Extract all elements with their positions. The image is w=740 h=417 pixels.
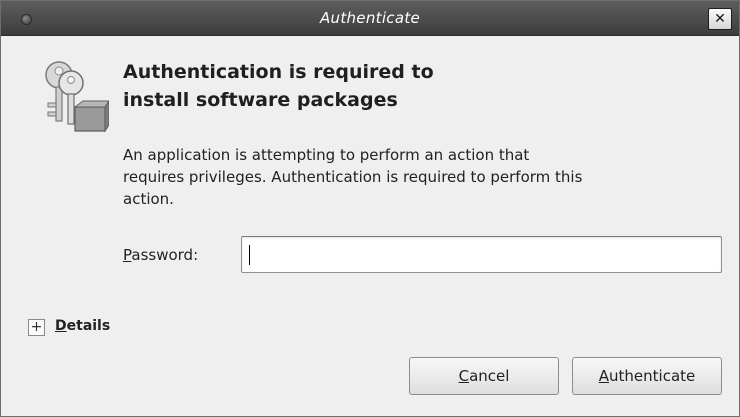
- authenticate-button[interactable]: Authenticate: [572, 357, 722, 395]
- cancel-mnemonic: C: [458, 367, 470, 385]
- authenticate-label-rest: uthenticate: [609, 367, 696, 385]
- details-label-rest: etails: [66, 318, 111, 334]
- dialog-heading: Authentication is required to install so…: [123, 58, 683, 114]
- message-line-1: An application is attempting to perform …: [123, 146, 530, 164]
- details-expander-icon[interactable]: +: [28, 319, 45, 336]
- password-input[interactable]: [241, 236, 722, 273]
- package-box-shape: [73, 100, 109, 133]
- details-toggle[interactable]: Details: [55, 318, 110, 334]
- message-line-2: requires privileges. Authentication is r…: [123, 168, 583, 186]
- cancel-button[interactable]: Cancel: [409, 357, 559, 395]
- authenticate-dialog: Authenticate ✕ Authentication is require…: [0, 0, 740, 417]
- password-label-rest: assword:: [131, 246, 199, 264]
- cancel-label-rest: ancel: [469, 367, 510, 385]
- text-caret: [249, 245, 250, 265]
- keys-icon: [45, 61, 109, 133]
- close-button[interactable]: ✕: [708, 8, 732, 30]
- window-title: Authenticate: [319, 9, 421, 27]
- message-line-3: action.: [123, 190, 174, 208]
- authenticate-mnemonic: A: [598, 367, 610, 385]
- dialog-message: An application is attempting to perform …: [123, 144, 731, 210]
- details-mnemonic: D: [55, 318, 67, 334]
- heading-line-2: install software packages: [123, 89, 398, 111]
- password-label: Password:: [123, 246, 198, 264]
- title-bar[interactable]: Authenticate ✕: [1, 1, 739, 36]
- heading-line-1: Authentication is required to: [123, 61, 434, 83]
